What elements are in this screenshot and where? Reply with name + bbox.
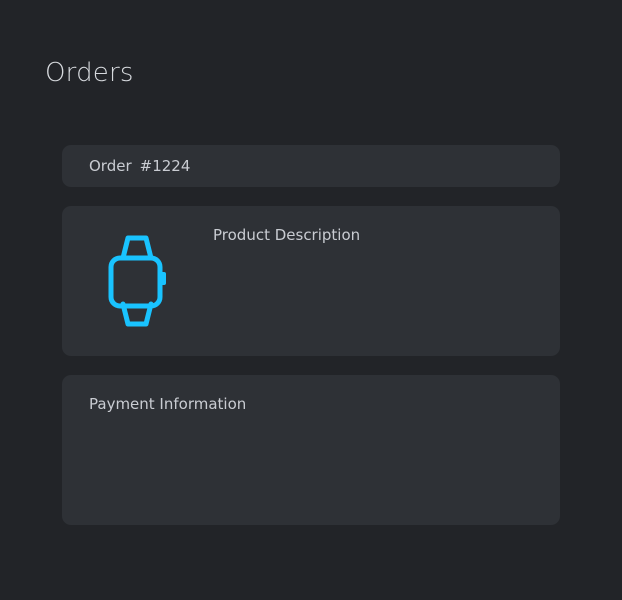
payment-information-card[interactable]: Payment Information — [62, 375, 560, 525]
product-description-card[interactable]: Product Description — [62, 206, 560, 356]
payment-information-label: Payment Information — [89, 395, 247, 413]
order-number: #1224 — [139, 157, 191, 175]
smartwatch-icon — [106, 234, 168, 328]
order-label: Order — [89, 157, 132, 175]
page-title: Orders — [45, 58, 134, 88]
order-card[interactable]: Order #1224 — [62, 145, 560, 187]
product-description-label: Product Description — [213, 226, 361, 244]
